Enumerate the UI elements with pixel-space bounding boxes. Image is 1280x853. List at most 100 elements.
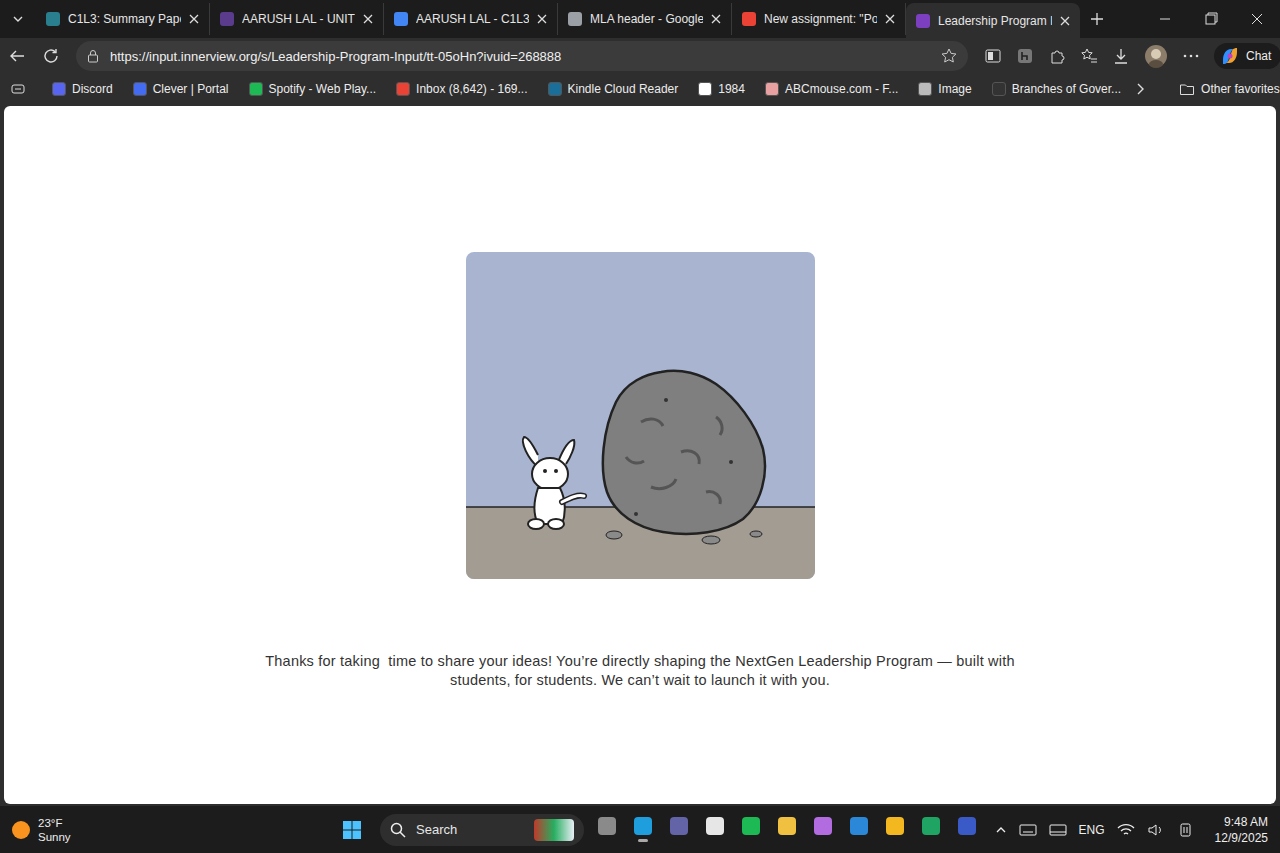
taskbar-app[interactable] xyxy=(811,810,835,850)
battery-icon[interactable] xyxy=(1177,822,1195,838)
browser-tab[interactable]: Leadership Program Inp xyxy=(906,3,1080,38)
profile-avatar-icon[interactable] xyxy=(1144,44,1168,68)
copilot-icon xyxy=(1220,46,1240,66)
favorite-item[interactable]: Kindle Cloud Reader xyxy=(540,80,687,98)
tab-favicon-icon xyxy=(394,12,408,26)
favorite-label: Kindle Cloud Reader xyxy=(568,82,679,96)
search-placeholder: Search xyxy=(416,822,524,837)
reading-list-icon[interactable] xyxy=(10,81,26,97)
tab-favicon-icon xyxy=(568,12,582,26)
tablet-icon[interactable] xyxy=(1049,823,1067,837)
chevron-up-icon[interactable] xyxy=(995,824,1007,836)
close-icon[interactable] xyxy=(885,14,895,24)
close-window-icon[interactable] xyxy=(1234,0,1280,38)
close-icon[interactable] xyxy=(711,14,721,24)
copilot-chat-button[interactable]: Chat xyxy=(1214,43,1280,69)
taskbar-search[interactable]: Search xyxy=(380,814,584,846)
app-indicator xyxy=(856,839,862,842)
web-page: Thanks for taking time to share your ide… xyxy=(4,106,1276,804)
sun-icon xyxy=(12,821,30,839)
taskbar-app[interactable] xyxy=(595,810,619,850)
taskbar-app[interactable] xyxy=(631,810,655,850)
clock[interactable]: 9:48 AM12/9/2025 xyxy=(1215,814,1268,846)
taskbar-app[interactable] xyxy=(955,810,979,850)
star-icon[interactable] xyxy=(940,47,958,65)
keyboard-icon[interactable] xyxy=(1019,823,1037,837)
url-text: https://input.innerview.org/s/Leadership… xyxy=(110,49,930,64)
app-icon xyxy=(886,817,904,835)
favorite-item[interactable]: ABCmouse.com - F... xyxy=(757,80,906,98)
browser-tab[interactable]: MLA header - Google S xyxy=(558,3,732,35)
browser-tab[interactable]: AARUSH LAL - UNIT 1_C xyxy=(210,3,384,35)
favorite-label: Image xyxy=(938,82,971,96)
tab-actions-button[interactable] xyxy=(0,0,36,38)
download-icon[interactable] xyxy=(1112,47,1130,65)
lock-icon[interactable] xyxy=(86,49,100,63)
back-icon[interactable] xyxy=(8,47,26,65)
favorite-item[interactable]: Clever | Portal xyxy=(125,80,237,98)
windows-start-icon[interactable] xyxy=(342,820,362,840)
honey-extension-icon[interactable] xyxy=(1016,47,1034,65)
split-screen-icon[interactable] xyxy=(984,47,1002,65)
app-indicator xyxy=(784,839,790,842)
app-icon xyxy=(814,817,832,835)
app-icon xyxy=(706,817,724,835)
browser-tab[interactable]: New assignment: "Poetr xyxy=(732,3,906,35)
restore-icon[interactable] xyxy=(1188,0,1234,38)
more-icon[interactable] xyxy=(1182,47,1200,65)
close-icon[interactable] xyxy=(1060,16,1070,26)
favorite-item[interactable]: Inbox (8,642) - 169... xyxy=(388,80,535,98)
taskbar-app[interactable] xyxy=(739,810,763,850)
app-indicator xyxy=(748,839,754,842)
favorite-item[interactable]: Spotify - Web Play... xyxy=(241,80,385,98)
close-icon[interactable] xyxy=(537,14,547,24)
taskbar-app[interactable] xyxy=(847,810,871,850)
favorite-favicon-icon xyxy=(52,82,66,96)
address-field[interactable]: https://input.innerview.org/s/Leadership… xyxy=(76,41,968,71)
volume-icon[interactable] xyxy=(1147,822,1165,838)
favorite-item[interactable]: Branches of Gover... xyxy=(984,80,1129,98)
taskbar-app[interactable] xyxy=(775,810,799,850)
wifi-icon[interactable] xyxy=(1117,822,1135,838)
app-indicator xyxy=(964,839,970,842)
close-icon[interactable] xyxy=(363,14,373,24)
chevron-right-icon[interactable] xyxy=(1133,82,1147,96)
extensions-icon[interactable] xyxy=(1048,47,1066,65)
favorite-label: Branches of Gover... xyxy=(1012,82,1121,96)
taskbar-app[interactable] xyxy=(703,810,727,850)
search-icon xyxy=(390,822,406,838)
favorites-icon[interactable] xyxy=(1080,47,1098,65)
taskbar-app[interactable] xyxy=(883,810,907,850)
folder-icon xyxy=(1179,81,1195,97)
taskbar-app[interactable] xyxy=(919,810,943,850)
input-language[interactable]: ENG xyxy=(1079,823,1105,837)
new-tab-button[interactable] xyxy=(1080,0,1114,38)
tab-label: MLA header - Google S xyxy=(590,12,703,26)
window-controls xyxy=(1142,0,1280,38)
favorite-item[interactable]: Image xyxy=(910,80,979,98)
close-icon[interactable] xyxy=(189,14,199,24)
app-icon xyxy=(922,817,940,835)
other-favorites-label: Other favorites xyxy=(1201,82,1280,96)
favorite-item[interactable]: 1984 xyxy=(690,80,753,98)
app-indicator xyxy=(604,839,610,842)
app-icon xyxy=(850,817,868,835)
other-favorites[interactable]: Other favorites xyxy=(1171,79,1280,99)
weather-widget[interactable]: 23°FSunny xyxy=(12,816,342,844)
minimize-icon[interactable] xyxy=(1142,0,1188,38)
refresh-icon[interactable] xyxy=(42,47,60,65)
app-indicator xyxy=(820,839,826,842)
favorite-item[interactable]: Discord xyxy=(44,80,121,98)
app-icon xyxy=(958,817,976,835)
weather-condition: Sunny xyxy=(38,830,71,844)
system-tray: ENG 9:48 AM12/9/2025 xyxy=(995,814,1268,846)
browser-tab[interactable]: C1L3: Summary Paper - ( xyxy=(36,3,210,35)
favorite-label: ABCmouse.com - F... xyxy=(785,82,898,96)
taskbar-app[interactable] xyxy=(667,810,691,850)
browser-tab[interactable]: AARUSH LAL - C1L3: Su xyxy=(384,3,558,35)
tab-label: AARUSH LAL - UNIT 1_C xyxy=(242,12,355,26)
app-indicator xyxy=(928,839,934,842)
favorite-label: Spotify - Web Play... xyxy=(269,82,377,96)
toolbar-actions: Chat xyxy=(984,43,1280,69)
chat-label: Chat xyxy=(1246,49,1271,63)
